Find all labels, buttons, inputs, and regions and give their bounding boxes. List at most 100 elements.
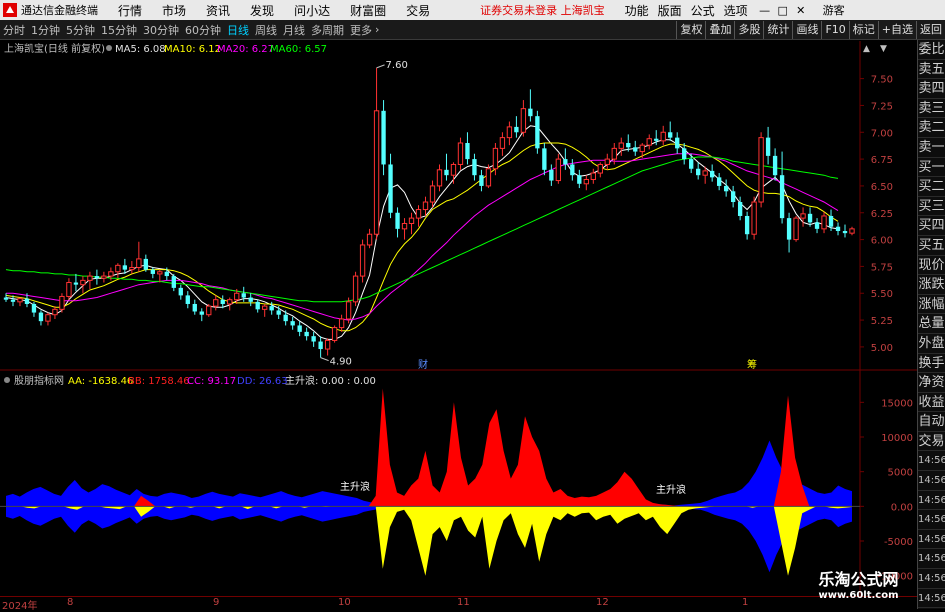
- menu-news[interactable]: 资讯: [206, 2, 230, 19]
- candle-body: [682, 148, 687, 160]
- right-tab-12[interactable]: 涨跌: [918, 275, 945, 295]
- menu-ask[interactable]: 问小达: [294, 2, 330, 19]
- chevron-right-icon[interactable]: ›: [375, 23, 379, 36]
- candle-body: [31, 303, 37, 313]
- indicator-title: 股朋指标网: [14, 374, 64, 387]
- right-tab-7[interactable]: 买二: [918, 177, 945, 197]
- site-watermark: 乐淘公式网 www.60lt.com: [800, 566, 917, 609]
- restore-rights-button[interactable]: 复权: [676, 20, 705, 39]
- right-tab-11[interactable]: 现价: [918, 256, 945, 276]
- right-tab-5[interactable]: 卖一: [918, 138, 945, 158]
- date-axis-label: 12: [596, 597, 609, 608]
- statistics-button[interactable]: 统计: [763, 20, 792, 39]
- mark-button[interactable]: 标记: [848, 20, 878, 39]
- candle-body: [549, 169, 554, 181]
- menu-quotes[interactable]: 行情: [118, 2, 142, 19]
- legend-toggle-icon[interactable]: [106, 45, 112, 51]
- candle-body: [143, 258, 149, 270]
- candle-body: [626, 143, 631, 148]
- back-button[interactable]: 返回: [916, 20, 945, 39]
- candle-body: [646, 138, 652, 146]
- candle: [206, 303, 212, 317]
- right-tab-16[interactable]: 换手: [918, 354, 945, 374]
- f10-button[interactable]: F10: [821, 20, 848, 39]
- right-tab-27[interactable]: 14:56: [918, 569, 945, 589]
- candle-body: [758, 137, 764, 203]
- indicator-toggle-icon[interactable]: [4, 377, 10, 383]
- right-tab-25[interactable]: 14:56: [918, 530, 945, 550]
- right-tab-0[interactable]: 委比: [918, 40, 945, 60]
- period-tab-5min[interactable]: 5分钟: [63, 22, 98, 38]
- chevron-up-icon[interactable]: ▲: [863, 44, 870, 54]
- right-tab-19[interactable]: 自动: [918, 412, 945, 432]
- period-tab-30min[interactable]: 30分钟: [140, 22, 182, 38]
- candle-body: [520, 108, 527, 133]
- overlay-button[interactable]: 叠加: [705, 20, 734, 39]
- period-tab-60min[interactable]: 60分钟: [182, 22, 224, 38]
- right-tab-4[interactable]: 卖二: [918, 118, 945, 138]
- price-tick-label: 5.25: [871, 316, 893, 327]
- right-tab-8[interactable]: 买三: [918, 197, 945, 217]
- maximize-icon[interactable]: □: [775, 2, 791, 18]
- ma60-label: MA60: 6.57: [270, 44, 327, 55]
- period-tab-intraday[interactable]: 分时: [0, 22, 28, 38]
- menu-formula[interactable]: 公式: [691, 2, 715, 19]
- chevron-down-icon[interactable]: ▼: [880, 44, 887, 54]
- right-tab-23[interactable]: 14:56: [918, 491, 945, 511]
- period-tab-multi[interactable]: 多周期: [308, 22, 347, 38]
- right-tab-17[interactable]: 净资: [918, 373, 945, 393]
- candle-body: [535, 116, 540, 149]
- candle-body: [395, 212, 400, 229]
- period-tab-1min[interactable]: 1分钟: [28, 22, 63, 38]
- candle-body: [115, 264, 121, 273]
- right-tab-13[interactable]: 涨幅: [918, 295, 945, 315]
- finance-event-marker[interactable]: 财: [418, 358, 428, 371]
- date-axis-label: 8: [67, 597, 74, 608]
- right-tab-1[interactable]: 卖五: [918, 60, 945, 80]
- add-watchlist-button[interactable]: +自选: [877, 20, 916, 39]
- menu-market[interactable]: 市场: [162, 2, 186, 19]
- candlestick-chart[interactable]: 7.50 7.25 7.00 6.75 6.50 6.25 6.00 5.75 5.50 5.25…: [0, 41, 917, 371]
- candle-body: [206, 305, 212, 316]
- right-tab-15[interactable]: 外盘: [918, 334, 945, 354]
- menu-wealth[interactable]: 财富圈: [350, 2, 386, 19]
- candle-body: [297, 325, 302, 332]
- close-icon[interactable]: ✕: [793, 2, 809, 18]
- period-tab-monthly[interactable]: 月线: [280, 22, 308, 38]
- right-tab-2[interactable]: 卖四: [918, 79, 945, 99]
- indicator-chart[interactable]: 150001000050000.00-5000-10000 股朋指标网 AA: …: [0, 371, 917, 596]
- right-tab-18[interactable]: 收益: [918, 393, 945, 413]
- minimize-icon[interactable]: —: [757, 2, 773, 18]
- right-tab-24[interactable]: 14:56: [918, 510, 945, 530]
- period-tab-weekly[interactable]: 周线: [252, 22, 280, 38]
- right-tab-20[interactable]: 交易: [918, 432, 945, 452]
- chart-title: 上海凯宝(日线 前复权): [4, 42, 105, 55]
- draw-line-button[interactable]: 画线: [792, 20, 821, 39]
- right-tab-22[interactable]: 14:56: [918, 471, 945, 491]
- menu-options[interactable]: 选项: [724, 2, 748, 19]
- candle-body: [765, 137, 771, 156]
- guest-label[interactable]: 游客: [823, 2, 845, 18]
- menu-trade[interactable]: 交易: [406, 2, 430, 19]
- right-tab-28[interactable]: 14:56: [918, 589, 945, 609]
- right-tab-10[interactable]: 买五: [918, 236, 945, 256]
- menu-function[interactable]: 功能: [625, 2, 649, 19]
- chip-event-marker[interactable]: 筹: [747, 358, 757, 371]
- right-tab-14[interactable]: 总量: [918, 314, 945, 334]
- right-tab-9[interactable]: 买四: [918, 216, 945, 236]
- watermark-url: www.60lt.com: [818, 590, 899, 601]
- right-tab-26[interactable]: 14:56: [918, 549, 945, 570]
- zhushenglang-marker-1: 主升浪: [340, 480, 370, 493]
- candle-body: [45, 314, 51, 322]
- right-tab-21[interactable]: 14:56: [918, 451, 945, 472]
- menu-discover[interactable]: 发现: [250, 2, 274, 19]
- period-tab-more[interactable]: 更多: [347, 22, 375, 38]
- date-axis-label: 1: [742, 597, 749, 608]
- right-tab-6[interactable]: 买一: [918, 158, 945, 178]
- period-tab-daily[interactable]: 日线: [224, 22, 252, 38]
- multi-stock-button[interactable]: 多股: [734, 20, 763, 39]
- period-tab-15min[interactable]: 15分钟: [98, 22, 140, 38]
- menu-layout[interactable]: 版面: [658, 2, 682, 19]
- right-tab-3[interactable]: 卖三: [918, 99, 945, 119]
- candle-body: [485, 168, 492, 187]
